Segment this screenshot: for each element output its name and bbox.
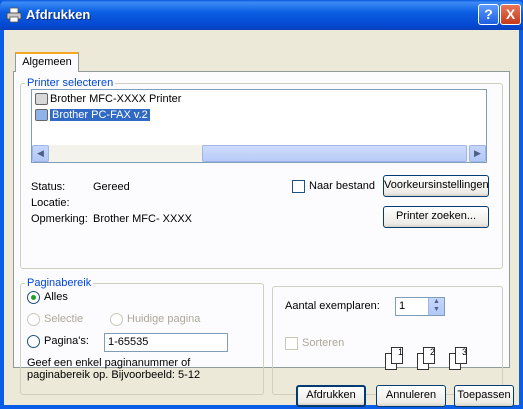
cancel-button[interactable]: Annuleren xyxy=(376,385,446,407)
copies-count-label: Aantal exemplaren: xyxy=(285,300,380,312)
fax-icon xyxy=(35,109,48,121)
status-label: Status: xyxy=(31,181,66,193)
help-button[interactable]: ? xyxy=(478,4,499,25)
printer-icon xyxy=(6,7,22,23)
current-page-label[interactable]: Huidige pagina xyxy=(127,313,200,325)
print-to-file-checkbox[interactable] xyxy=(292,180,305,193)
spin-down-icon[interactable]: ▼ xyxy=(429,306,444,314)
tab-panel-general: Printer selecteren Brother MFC-XXXX Prin… xyxy=(13,71,510,395)
print-to-file-label[interactable]: Naar bestand xyxy=(309,180,375,192)
tab-general[interactable]: Algemeen xyxy=(15,52,79,72)
printer-select-legend: Printer selecteren xyxy=(27,77,114,89)
copy-page-2-front-icon: 2 xyxy=(423,347,435,364)
pages-input[interactable]: 1-65535 xyxy=(104,333,228,352)
printer-list-scrollbar[interactable]: ◀ ▶ xyxy=(32,145,486,162)
print-button[interactable]: Afdrukken xyxy=(296,385,366,407)
copies-group: Aantal exemplaren: 1 ▲ ▼ Sorteren 1 1 2 … xyxy=(272,286,503,395)
dialog-client-area: Algemeen Printer selecteren Brother MFC-… xyxy=(4,30,519,407)
page-range-help-line2: paginabereik op. Bijvoorbeeld: 5-12 xyxy=(27,369,201,381)
comment-value: Brother MFC- XXXX xyxy=(93,213,193,225)
current-page-radio[interactable] xyxy=(110,313,123,326)
page-range-help-line1: Geef een enkel paginanummer of xyxy=(27,357,191,369)
copies-spin-icon[interactable]: ▲ ▼ xyxy=(428,298,444,315)
all-pages-label[interactable]: Alles xyxy=(44,291,68,303)
collate-checkbox[interactable] xyxy=(285,337,298,350)
copy-page-3-front-icon: 3 xyxy=(455,347,467,364)
spin-up-icon[interactable]: ▲ xyxy=(429,298,444,306)
window-title: Afdrukken xyxy=(26,7,91,22)
pages-label[interactable]: Pagina's: xyxy=(44,335,89,347)
status-value: Gereed xyxy=(93,181,130,193)
pages-radio[interactable] xyxy=(27,335,40,348)
print-dialog-window: Afdrukken ? X Algemeen Printer selectere… xyxy=(0,0,523,409)
scroll-right-icon[interactable]: ▶ xyxy=(469,145,486,162)
copy-page-1-front-icon: 1 xyxy=(391,347,403,364)
collate-label[interactable]: Sorteren xyxy=(302,337,344,349)
copies-count-value: 1 xyxy=(399,300,406,312)
scroll-left-icon[interactable]: ◀ xyxy=(32,145,49,162)
printer-icon xyxy=(35,93,48,105)
selection-radio[interactable] xyxy=(27,313,40,326)
page-range-legend: Paginabereik xyxy=(27,277,92,289)
printer-list[interactable]: Brother MFC-XXXX Printer Brother PC-FAX … xyxy=(31,89,487,163)
printer-select-group: Printer selecteren Brother MFC-XXXX Prin… xyxy=(20,77,503,269)
preferences-button[interactable]: Voorkeursinstellingen xyxy=(383,175,489,197)
location-label: Locatie: xyxy=(31,197,70,209)
comment-label: Opmerking: xyxy=(31,213,88,225)
title-bar[interactable]: Afdrukken ? X xyxy=(0,0,523,30)
selection-label[interactable]: Selectie xyxy=(44,313,83,325)
all-pages-radio[interactable] xyxy=(27,291,40,304)
printer-list-item[interactable]: Brother MFC-XXXX Printer xyxy=(34,92,181,107)
apply-button[interactable]: Toepassen xyxy=(454,385,514,407)
page-range-group: Paginabereik Alles Selectie Huidige pagi… xyxy=(20,277,264,395)
scroll-thumb[interactable] xyxy=(202,145,467,162)
copies-count-input[interactable]: 1 ▲ ▼ xyxy=(395,297,445,316)
close-button[interactable]: X xyxy=(500,4,521,25)
find-printer-button[interactable]: Printer zoeken... xyxy=(383,206,489,228)
printer-list-item-selected[interactable]: Brother PC-FAX v.2 xyxy=(34,108,150,123)
